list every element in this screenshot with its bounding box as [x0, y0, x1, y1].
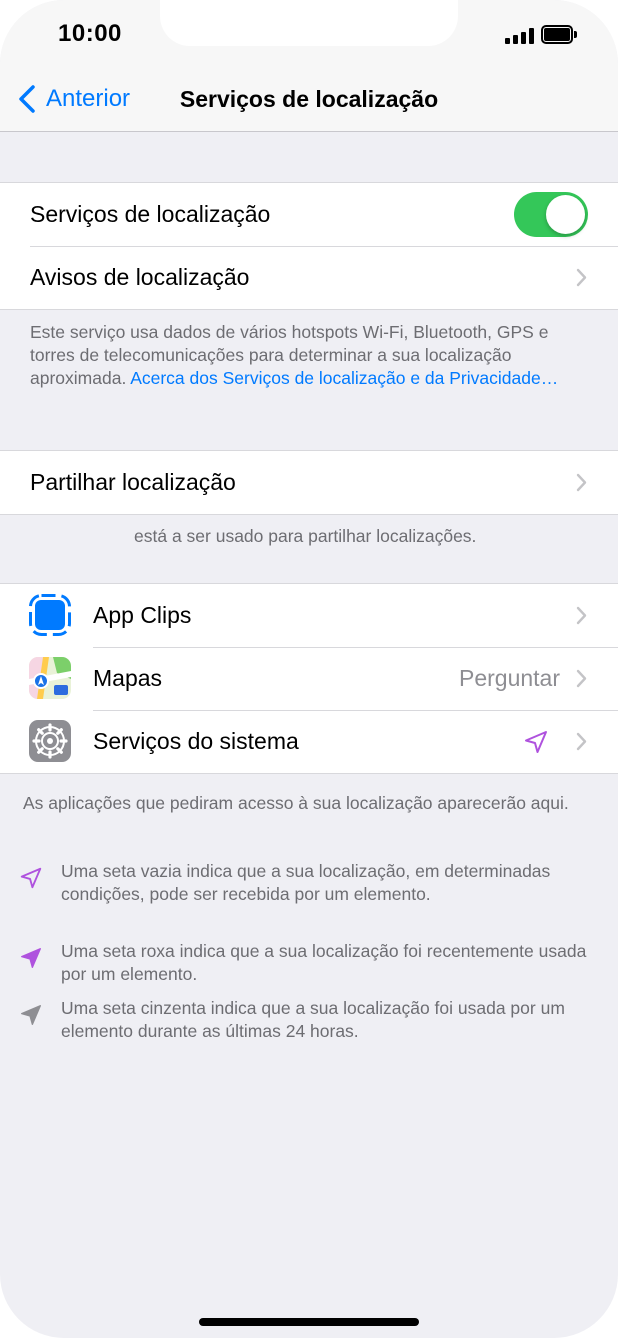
- privacy-link[interactable]: Acerca dos Serviços de localização e da …: [130, 368, 558, 388]
- notch: [160, 0, 458, 46]
- share-location-note: está a ser usado para partilhar localiza…: [134, 526, 477, 546]
- toggle-knob: [546, 195, 585, 234]
- navigation-bar: Anterior Serviços de localização: [0, 66, 618, 132]
- location-arrow-filled-purple-icon: [21, 948, 41, 968]
- apps-group: App Clips Mapas Perguntar Serviços do si…: [0, 583, 618, 774]
- status-bar: 10:00: [0, 0, 618, 66]
- location-alerts-label: Avisos de localização: [30, 264, 250, 290]
- location-services-label: Serviços de localização: [30, 201, 271, 227]
- app-clips-row[interactable]: App Clips: [0, 584, 618, 647]
- share-location-group: Partilhar localização: [0, 450, 618, 515]
- app-clips-icon: [29, 594, 71, 636]
- chevron-right-icon: [576, 268, 587, 287]
- location-arrow-outline-icon: [20, 867, 42, 889]
- app-clips-label: App Clips: [93, 602, 192, 628]
- location-services-toggle[interactable]: [514, 192, 588, 237]
- location-alerts-row[interactable]: Avisos de localização: [0, 246, 618, 309]
- system-services-label: Serviços do sistema: [93, 728, 299, 754]
- chevron-right-icon: [576, 473, 587, 492]
- legend-text: Uma seta vazia indica que a sua localiza…: [61, 861, 551, 904]
- home-indicator[interactable]: [199, 1318, 419, 1326]
- location-services-footnote: Este serviço usa dados de vários hotspot…: [30, 321, 590, 390]
- maps-permission-value: Perguntar: [458, 665, 560, 691]
- system-services-row[interactable]: Serviços do sistema: [0, 710, 618, 773]
- maps-row[interactable]: Mapas Perguntar: [0, 647, 618, 710]
- phone-screen: 10:00 Anterior Serviços de localização S…: [0, 0, 618, 1338]
- settings-gear-icon: [29, 720, 71, 762]
- maps-label: Mapas: [93, 665, 163, 691]
- share-location-row[interactable]: Partilhar localização: [0, 451, 618, 514]
- battery-icon: [541, 25, 577, 44]
- legend-text: Uma seta roxa indica que a sua localizaç…: [61, 941, 587, 984]
- apps-note: As aplicações que pediram acesso à sua l…: [23, 793, 569, 813]
- location-settings-group: Serviços de localização Avisos de locali…: [0, 182, 618, 310]
- share-location-label: Partilhar localização: [30, 469, 236, 495]
- location-services-row: Serviços de localização: [0, 183, 618, 246]
- legend-text: Uma seta cinzenta indica que a sua local…: [61, 998, 565, 1041]
- maps-icon: [29, 657, 71, 699]
- chevron-right-icon: [576, 732, 587, 751]
- chevron-right-icon: [576, 669, 587, 688]
- cellular-signal-icon: [505, 28, 535, 44]
- page-title: Serviços de localização: [179, 86, 439, 112]
- location-arrow-filled-gray-icon: [21, 1005, 41, 1025]
- status-time: 10:00: [58, 20, 122, 47]
- location-arrow-outline-icon: [525, 731, 547, 753]
- chevron-right-icon: [576, 606, 587, 625]
